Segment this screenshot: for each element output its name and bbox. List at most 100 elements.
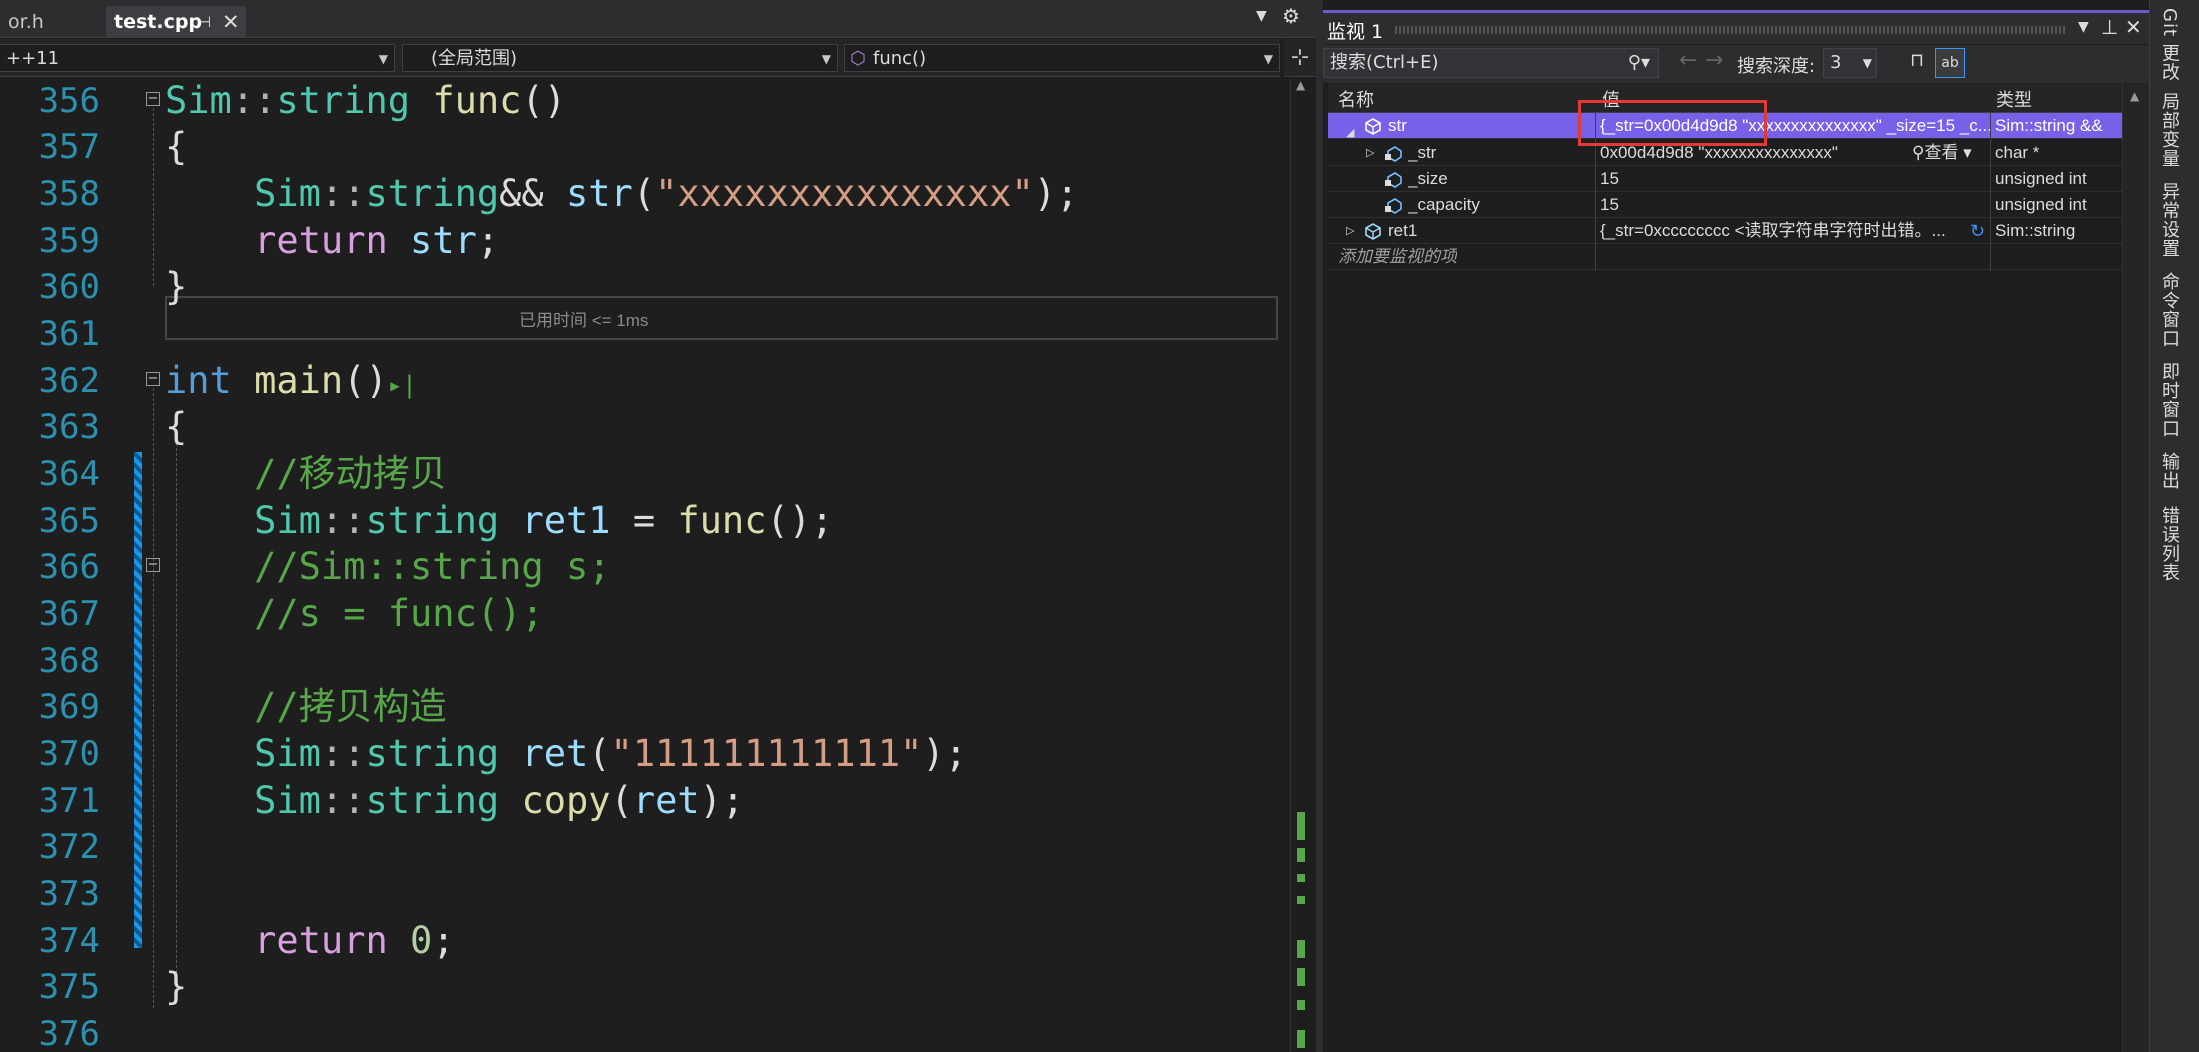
- row-name: _size: [1408, 169, 1448, 188]
- cube-icon: ⬡: [850, 48, 866, 69]
- chevron-down-icon: ▼: [1263, 52, 1273, 66]
- watch-grid: 名称 值 类型 ◢ str {_str=0x00d4d9d8 "xxxxxxxx…: [1328, 83, 2122, 1052]
- line-number: 375: [38, 967, 100, 1007]
- fold-toggle-icon[interactable]: −: [146, 372, 160, 386]
- fold-toggle-icon[interactable]: −: [146, 558, 160, 572]
- editor-scrollbar[interactable]: ▲: [1290, 78, 1316, 1052]
- tab-vector-h[interactable]: or.h: [0, 6, 52, 38]
- tab-dropdown-icon[interactable]: ▼: [1256, 8, 1267, 24]
- forward-arrow-icon[interactable]: →: [1705, 48, 1723, 73]
- pin-icon[interactable]: ⊣: [198, 6, 211, 38]
- line-number: 367: [38, 594, 100, 634]
- line-number: 364: [38, 454, 100, 494]
- line-number: 365: [38, 501, 100, 541]
- search-icon: ⚲: [1912, 143, 1925, 162]
- fold-toggle-icon[interactable]: −: [146, 92, 160, 106]
- pin-icon[interactable]: ⊥: [2101, 15, 2118, 39]
- line-number: 368: [38, 641, 100, 681]
- line-number: 374: [38, 921, 100, 961]
- search-input[interactable]: 搜索(Ctrl+E) ⚲▾: [1323, 48, 1659, 78]
- window-menu-icon[interactable]: ▼: [2078, 19, 2089, 35]
- search-icon[interactable]: ⚲▾: [1628, 49, 1650, 77]
- row-type: unsigned int: [1995, 169, 2087, 188]
- project-dropdown[interactable]: ++11 ▼: [0, 44, 395, 72]
- rail-exception-settings[interactable]: 异常设置: [2156, 182, 2182, 258]
- row-value[interactable]: 15: [1600, 166, 1619, 192]
- object-icon: [1365, 223, 1381, 240]
- line-number: 357: [38, 127, 100, 167]
- line-number: 370: [38, 734, 100, 774]
- rail-error-list[interactable]: 错误列表: [2156, 506, 2182, 582]
- row-type: unsigned int: [1995, 195, 2087, 214]
- current-line-highlight: [165, 296, 1278, 340]
- scope-value: (全局范围): [431, 48, 518, 69]
- tool-window-rail: Git 更改 局部变量 异常设置 命令窗口 即时窗口 输出 错误列表: [2149, 0, 2199, 1052]
- function-dropdown[interactable]: ⬡ func() ▼: [844, 44, 1280, 72]
- col-name-header[interactable]: 名称: [1338, 86, 1374, 112]
- row-type: Sim::string: [1995, 221, 2076, 240]
- code-line: int main()▸|: [165, 359, 417, 402]
- line-number: 361: [38, 314, 100, 354]
- watch-row-ret1[interactable]: ▷ ret1 {_str=0xcccccccc <读取字符串字符时出错。... …: [1328, 218, 2122, 244]
- code-line: return str;: [254, 219, 500, 262]
- chevron-down-icon: ▼: [1862, 56, 1872, 70]
- code-line: }: [165, 265, 188, 308]
- code-line: Sim::string ret("111111111111");: [254, 732, 967, 775]
- watch-title: 监视 1: [1327, 21, 1384, 43]
- line-number: 360: [38, 267, 100, 307]
- line-number: 371: [38, 781, 100, 821]
- tab-label: or.h: [8, 11, 44, 33]
- row-value[interactable]: 15: [1600, 192, 1619, 218]
- private-field-icon: [1385, 146, 1402, 162]
- back-arrow-icon[interactable]: ←: [1679, 48, 1697, 73]
- scroll-marker: [1297, 812, 1305, 840]
- expand-icon[interactable]: ▷: [1346, 218, 1354, 244]
- tab-test-cpp[interactable]: test.cpp ⊣ ✕: [106, 6, 246, 38]
- add-watch-row[interactable]: 添加要监视的项: [1328, 244, 2122, 270]
- depth-dropdown[interactable]: 3 ▼: [1823, 48, 1877, 78]
- rail-command-window[interactable]: 命令窗口: [2156, 272, 2182, 348]
- depth-value: 3: [1830, 52, 1842, 73]
- code-line: {: [165, 405, 188, 448]
- refresh-icon[interactable]: ↻: [1970, 218, 1985, 244]
- watch-row-capacity[interactable]: _capacity 15 unsigned int: [1328, 192, 2122, 218]
- code-line: {: [165, 125, 188, 168]
- rail-output[interactable]: 输出: [2156, 452, 2182, 490]
- watch-scrollbar[interactable]: ▲: [2122, 83, 2149, 1052]
- view-button[interactable]: ⚲查看 ▾: [1912, 140, 1972, 166]
- rail-locals[interactable]: 局部变量: [2156, 92, 2182, 168]
- scroll-up-icon[interactable]: ▲: [1296, 78, 1305, 92]
- code-line: //s = func();: [165, 592, 544, 635]
- code-line: Sim::string copy(ret);: [254, 779, 745, 822]
- close-icon[interactable]: ✕: [2125, 15, 2142, 39]
- navigation-bar: ++11 ▼ (全局范围) ▼ ⬡ func() ▼: [0, 39, 1280, 77]
- hex-display-button[interactable]: ab: [1935, 48, 1965, 78]
- add-watch-placeholder[interactable]: 添加要监视的项: [1338, 244, 1457, 270]
- column-divider[interactable]: [1990, 113, 1991, 271]
- close-icon[interactable]: ✕: [222, 6, 240, 38]
- comment-move: //移动拷贝: [254, 452, 447, 495]
- rail-git-changes[interactable]: Git 更改: [2156, 8, 2182, 82]
- code-comment: //移动拷贝: [165, 451, 447, 497]
- watch-row-size[interactable]: _size 15 unsigned int: [1328, 166, 2122, 192]
- expand-icon[interactable]: ▷: [1366, 140, 1374, 166]
- line-number: 369: [38, 687, 100, 727]
- scroll-marker: [1297, 968, 1305, 986]
- rail-immediate-window[interactable]: 即时窗口: [2156, 362, 2182, 438]
- line-number: 372: [38, 827, 100, 867]
- view-label: 查看: [1924, 143, 1959, 162]
- code-editor[interactable]: 356 357 358 359 360 361 362 363 364 365 …: [0, 78, 1290, 1052]
- line-number: 376: [38, 1014, 100, 1052]
- row-value[interactable]: {_str=0xcccccccc <读取字符串字符时出错。...: [1600, 218, 1960, 244]
- code-line: return 0;: [254, 919, 455, 962]
- scroll-marker: [1297, 874, 1305, 882]
- tab-label: test.cpp: [114, 11, 203, 33]
- scope-dropdown[interactable]: (全局范围) ▼: [402, 44, 838, 72]
- pin-source-icon[interactable]: ⊓: [1905, 50, 1929, 76]
- col-type-header[interactable]: 类型: [1996, 86, 2032, 112]
- annotation-highlight: [1578, 100, 1767, 146]
- gear-icon[interactable]: ⚙: [1282, 4, 1300, 28]
- scroll-up-icon[interactable]: ▲: [2130, 89, 2139, 103]
- split-editor-icon[interactable]: ⊹: [1284, 39, 1316, 77]
- pane-splitter[interactable]: [1316, 0, 1323, 1052]
